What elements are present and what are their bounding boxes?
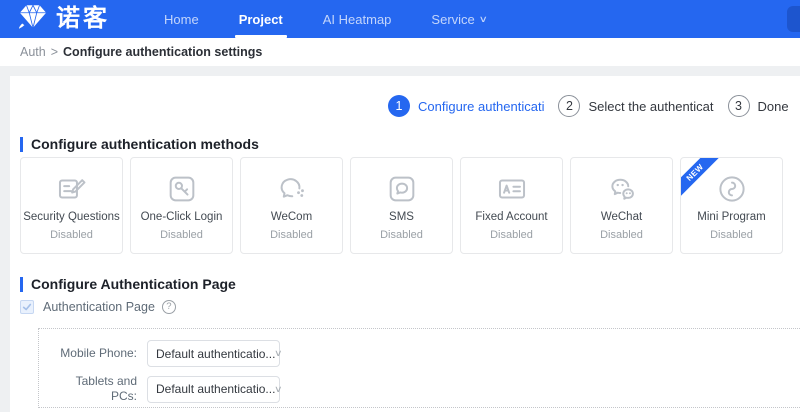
step-label: Configure authenticati (418, 98, 545, 114)
nav-item-project[interactable]: Project (219, 0, 303, 38)
step-number: 1 (388, 95, 410, 117)
page-section-title: Configure Authentication Page (31, 276, 236, 292)
top-navbar: 诺客 Home Project AI Heatmap Service ∨ (0, 0, 800, 38)
page-title: Configure authentication settings (63, 45, 263, 59)
method-name: Mini Program (697, 211, 766, 223)
mobile-phone-select[interactable]: Default authenticatio... ∨ (147, 340, 284, 367)
field-row: Tablets and PCs: Default authenticatio...… (47, 374, 800, 404)
field-row: Mobile Phone: Default authenticatio... ∨ (47, 340, 800, 367)
auth-page-checkbox-label: Authentication Page (43, 300, 155, 314)
form-edit-icon (21, 171, 122, 207)
page-section-header: Configure Authentication Page (20, 276, 236, 292)
auth-page-checkbox-row: Authentication Page ? (20, 300, 176, 314)
method-card-fixed-account[interactable]: Fixed Account Disabled (460, 157, 563, 254)
methods-section-title: Configure authentication methods (31, 136, 259, 152)
method-name: WeChat (600, 211, 643, 223)
sms-icon (351, 171, 452, 207)
method-card-one-click-login[interactable]: One-Click Login Disabled (130, 157, 233, 254)
step-label: Done (757, 98, 789, 114)
step-number: 3 (727, 95, 750, 117)
method-status: Disabled (490, 229, 533, 241)
method-card-sms[interactable]: SMS Disabled (350, 157, 453, 254)
method-card-wechat[interactable]: WeChat Disabled (570, 157, 673, 254)
breadcrumb-separator: > (50, 45, 59, 59)
step-number: 2 (558, 95, 581, 117)
field-label: Mobile Phone: (60, 346, 137, 360)
nav-item-home[interactable]: Home (144, 0, 219, 38)
auth-page-checkbox[interactable] (20, 300, 34, 314)
method-card-security-questions[interactable]: Security Questions Disabled (20, 157, 123, 254)
method-card-mini-program[interactable]: NEW Mini Program Disabled (680, 157, 783, 254)
help-icon[interactable]: ? (161, 300, 176, 314)
method-card-wecom[interactable]: WeCom Disabled (240, 157, 343, 254)
select-value: Default authenticatio... (156, 382, 276, 396)
gem-logo-icon (18, 3, 48, 35)
chevron-down-icon: ∨ (478, 13, 488, 24)
step-1: 1 Configure authenticati (388, 95, 544, 117)
main-nav: Home Project AI Heatmap Service ∨ (144, 0, 506, 38)
method-status: Disabled (50, 229, 93, 241)
breadcrumb-parent[interactable]: Auth (20, 45, 46, 59)
tablets-and-pcs-select[interactable]: Default authenticatio... ∨ (147, 375, 284, 403)
field-label: Tablets and PCs: (75, 374, 137, 403)
methods-section-header: Configure authentication methods (20, 136, 259, 152)
breadcrumb: Auth > Configure authentication settings (0, 38, 800, 66)
method-name: WeCom (270, 211, 313, 223)
wecom-icon (241, 171, 342, 207)
method-name: Fixed Account (475, 211, 548, 223)
id-card-icon (461, 171, 562, 207)
chevron-down-icon: ∨ (274, 348, 284, 358)
wechat-icon (571, 171, 672, 207)
nav-item-label: Service (431, 11, 475, 27)
nav-item-service[interactable]: Service ∨ (411, 0, 506, 38)
chevron-down-icon: ∨ (274, 383, 284, 394)
select-value: Default authenticatio... (156, 346, 276, 361)
method-name: One-Click Login (140, 211, 223, 223)
method-status: Disabled (160, 229, 203, 241)
method-status: Disabled (380, 229, 423, 241)
step-3: 3 Done (727, 95, 789, 117)
app-logo[interactable]: 诺客 (18, 3, 110, 35)
auth-page-form: Mobile Phone: Default authenticatio... ∨ Ta… (38, 328, 800, 408)
user-menu-stub[interactable] (787, 6, 800, 32)
step-label: Select the authenticat (588, 98, 714, 114)
logo-text: 诺客 (56, 5, 110, 32)
method-status: Disabled (270, 229, 313, 241)
nav-item-label: Home (164, 11, 199, 27)
key-icon (131, 171, 232, 207)
main-panel: 1 Configure authenticati 2 Select the authe… (10, 76, 800, 412)
stepper: 1 Configure authenticati 2 Select the authe… (388, 95, 800, 117)
method-status: Disabled (600, 229, 643, 241)
section-accent-bar (20, 136, 23, 152)
method-name: SMS (389, 211, 414, 223)
method-cards: Security Questions Disabled One-Click Logi… (20, 157, 790, 254)
nav-item-label: AI Heatmap (322, 11, 392, 27)
section-accent-bar (20, 276, 23, 292)
method-status: Disabled (710, 229, 753, 241)
nav-item-label: Project (238, 11, 283, 27)
step-2: 2 Select the authenticat (558, 95, 714, 117)
nav-item-ai-heatmap[interactable]: AI Heatmap (303, 0, 412, 38)
method-name: Security Questions (23, 211, 120, 223)
